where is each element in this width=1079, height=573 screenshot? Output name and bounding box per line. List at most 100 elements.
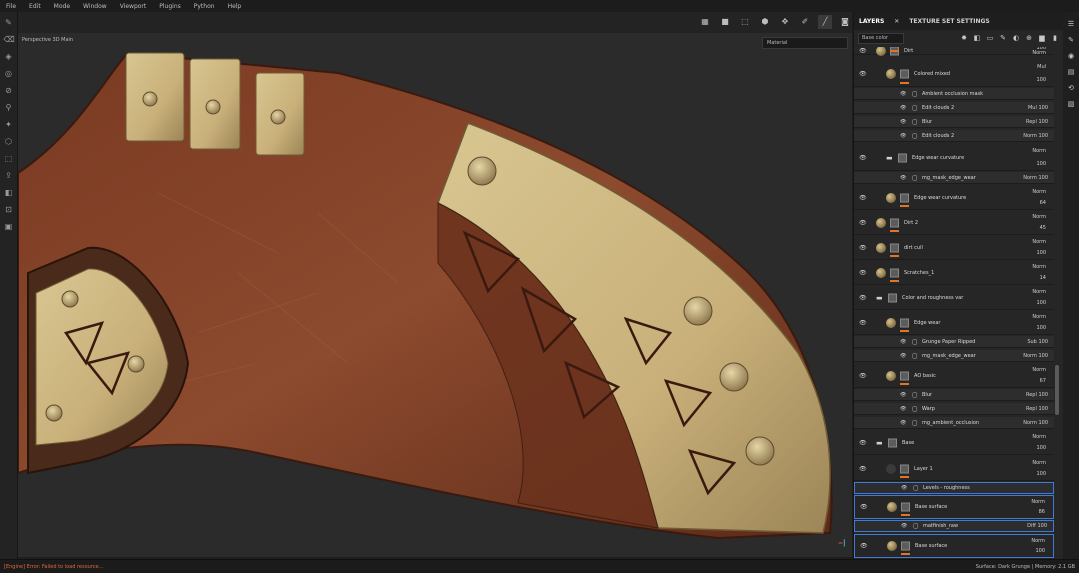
layer-blend-opacity[interactable]: Repl 100 (1026, 406, 1048, 412)
fill-layer-thumbnail[interactable] (887, 502, 897, 512)
opacity-value[interactable]: 45 (1040, 225, 1046, 231)
blend-mode[interactable]: Repl (1026, 406, 1037, 412)
add-fill-icon[interactable]: ▭ (985, 34, 995, 42)
mask-thumbnail[interactable] (900, 318, 909, 327)
transform-icon[interactable]: ✥ (778, 15, 792, 29)
mask-thumbnail[interactable] (900, 371, 909, 380)
polygon-fill-icon[interactable]: ⬡ (4, 137, 14, 147)
mask-thumbnail[interactable] (890, 268, 899, 277)
visibility-eye-icon[interactable]: 👁 (900, 105, 906, 111)
effects-icon[interactable]: ✸ (959, 34, 969, 42)
opacity-value[interactable]: 100 (1038, 406, 1048, 412)
fill-layer-thumbnail[interactable] (886, 192, 896, 203)
visibility-eye-icon[interactable]: 👁 (900, 406, 906, 412)
mask-thumbnail[interactable] (900, 69, 909, 78)
layer-row[interactable]: 👁 ▢ mg_mask_edge_wear Norm 100 (854, 350, 1054, 362)
close-icon[interactable]: ✕ (889, 18, 904, 25)
paint-icon[interactable]: ╱ (818, 15, 832, 29)
opacity-value[interactable]: 100 (1038, 119, 1048, 125)
folder-icon[interactable]: ▬ (876, 294, 883, 302)
opacity-value[interactable]: 100 (1038, 175, 1048, 181)
visibility-eye-icon[interactable]: 👁 (859, 47, 867, 54)
fill-layer-thumbnail[interactable] (876, 47, 886, 56)
projection-icon[interactable]: ◈ (4, 52, 14, 62)
visibility-eye-icon[interactable]: 👁 (860, 504, 868, 511)
blend-mode[interactable]: Repl (1026, 392, 1037, 398)
tab-layers[interactable]: LAYERS (854, 18, 889, 25)
cube-icon[interactable]: ⬢ (758, 15, 772, 29)
blend-mode[interactable]: Norm (1032, 264, 1046, 270)
folder-icon[interactable]: ▬ (876, 439, 883, 447)
geometry-fill-icon[interactable]: ◎ (4, 69, 14, 79)
menu-item[interactable]: Help (228, 3, 242, 10)
layer-row[interactable]: 👁 ▢ mg_mask_edge_wear Norm 100 (854, 172, 1054, 184)
visibility-eye-icon[interactable]: 👁 (900, 420, 906, 426)
layer-row[interactable]: 👁 ▢ matfinish_raw Diff 100 (854, 520, 1054, 532)
opacity-value[interactable]: 100 (1038, 353, 1048, 359)
layer-blend-opacity[interactable]: Diff 100 (1027, 523, 1047, 529)
layer-blend-opacity[interactable]: Sub 100 (1027, 339, 1048, 345)
blend-mode[interactable]: Norm (1032, 189, 1046, 195)
menu-item[interactable]: File (6, 3, 16, 10)
visibility-eye-icon[interactable]: 👁 (901, 485, 907, 491)
layer-row[interactable]: 👁 Dirt Norm 100 (854, 47, 1054, 56)
layer-row[interactable]: 👁 dirt cull Norm 100 (854, 236, 1054, 260)
layer-blend-opacity[interactable]: Repl 100 (1026, 392, 1048, 398)
visibility-eye-icon[interactable]: 👁 (900, 353, 906, 359)
menu-item[interactable]: Mode (54, 3, 70, 10)
visibility-eye-icon[interactable]: 👁 (860, 543, 868, 550)
blend-mode[interactable]: Norm (1023, 133, 1037, 139)
visibility-eye-icon[interactable]: 👁 (859, 219, 867, 226)
visibility-eye-icon[interactable]: 👁 (900, 133, 906, 139)
opacity-value[interactable]: 100 (1038, 105, 1048, 111)
layer-blend-opacity[interactable]: Repl 100 (1026, 119, 1048, 125)
fill-layer-thumbnail[interactable] (887, 541, 897, 551)
anchor-icon[interactable]: ⊡ (4, 205, 14, 215)
visibility-eye-icon[interactable]: 👁 (859, 439, 867, 446)
mask-thumbnail[interactable] (900, 464, 909, 473)
menu-item[interactable]: Plugins (159, 3, 181, 10)
opacity-value[interactable]: 100 (1036, 300, 1046, 306)
layer-row[interactable]: 👁 Dirt 2 Norm 45 (854, 211, 1054, 235)
channel-select[interactable]: Base color (858, 32, 904, 44)
opacity-value[interactable]: 100 (1036, 325, 1046, 331)
layer-row[interactable]: 👁 ▢ Edit clouds 2 Mul 100 (854, 102, 1054, 114)
layer-row[interactable]: 👁 ▢ Blur Repl 100 (854, 389, 1054, 401)
menu-item[interactable]: Window (83, 3, 107, 10)
layer-row[interactable]: 👁 ▢ Levels - roughness (854, 482, 1054, 494)
add-folder-icon[interactable]: ▆ (1037, 34, 1047, 42)
menu-item[interactable]: Python (194, 3, 215, 10)
visibility-eye-icon[interactable]: 👁 (859, 269, 867, 276)
square-icon[interactable]: ■ (718, 15, 732, 29)
blend-mode[interactable]: Norm (1031, 499, 1045, 505)
add-smart-icon[interactable]: ◐ (1011, 34, 1021, 42)
visibility-eye-icon[interactable]: 👁 (900, 392, 906, 398)
brush-icon[interactable]: ✎ (1065, 36, 1077, 44)
blend-mode[interactable]: Norm (1032, 314, 1046, 320)
blend-mode[interactable]: Norm (1032, 148, 1046, 154)
camera-icon[interactable]: ◙ (838, 15, 852, 29)
opacity-value[interactable]: 100 (1036, 161, 1046, 167)
brush-settings-icon[interactable]: ✐ (798, 15, 812, 29)
mask-thumbnail[interactable] (901, 541, 910, 551)
fill-layer-thumbnail[interactable] (876, 242, 886, 253)
blend-mode[interactable]: Norm (1032, 367, 1046, 373)
visibility-eye-icon[interactable]: 👁 (859, 319, 867, 326)
layer-blend-opacity[interactable]: Norm 100 (1023, 133, 1048, 139)
opacity-value[interactable]: 100 (1035, 548, 1045, 554)
visibility-eye-icon[interactable]: 👁 (901, 523, 907, 529)
clone-icon[interactable]: ⚲ (4, 103, 14, 113)
layers-scrollbar[interactable] (1055, 365, 1059, 415)
layer-row[interactable]: 👁 Base surface Norm 100 (854, 534, 1054, 558)
visibility-eye-icon[interactable]: 👁 (859, 70, 867, 77)
layer-row[interactable]: 👁 ▢ Blur Repl 100 (854, 116, 1054, 128)
color-picker-icon[interactable]: ✦ (4, 120, 14, 130)
add-mask-icon[interactable]: ◧ (972, 34, 982, 42)
layer-row[interactable]: 👁 ▬ Base Norm 100 (854, 431, 1054, 455)
visibility-eye-icon[interactable]: 👁 (859, 294, 867, 301)
folder-icon[interactable]: ▬ (886, 154, 893, 162)
blend-mode[interactable]: Norm (1032, 434, 1046, 440)
blend-mode[interactable]: Norm (1023, 175, 1037, 181)
opacity-value[interactable]: 100 (1036, 445, 1046, 451)
blend-mode[interactable]: Norm (1023, 353, 1037, 359)
